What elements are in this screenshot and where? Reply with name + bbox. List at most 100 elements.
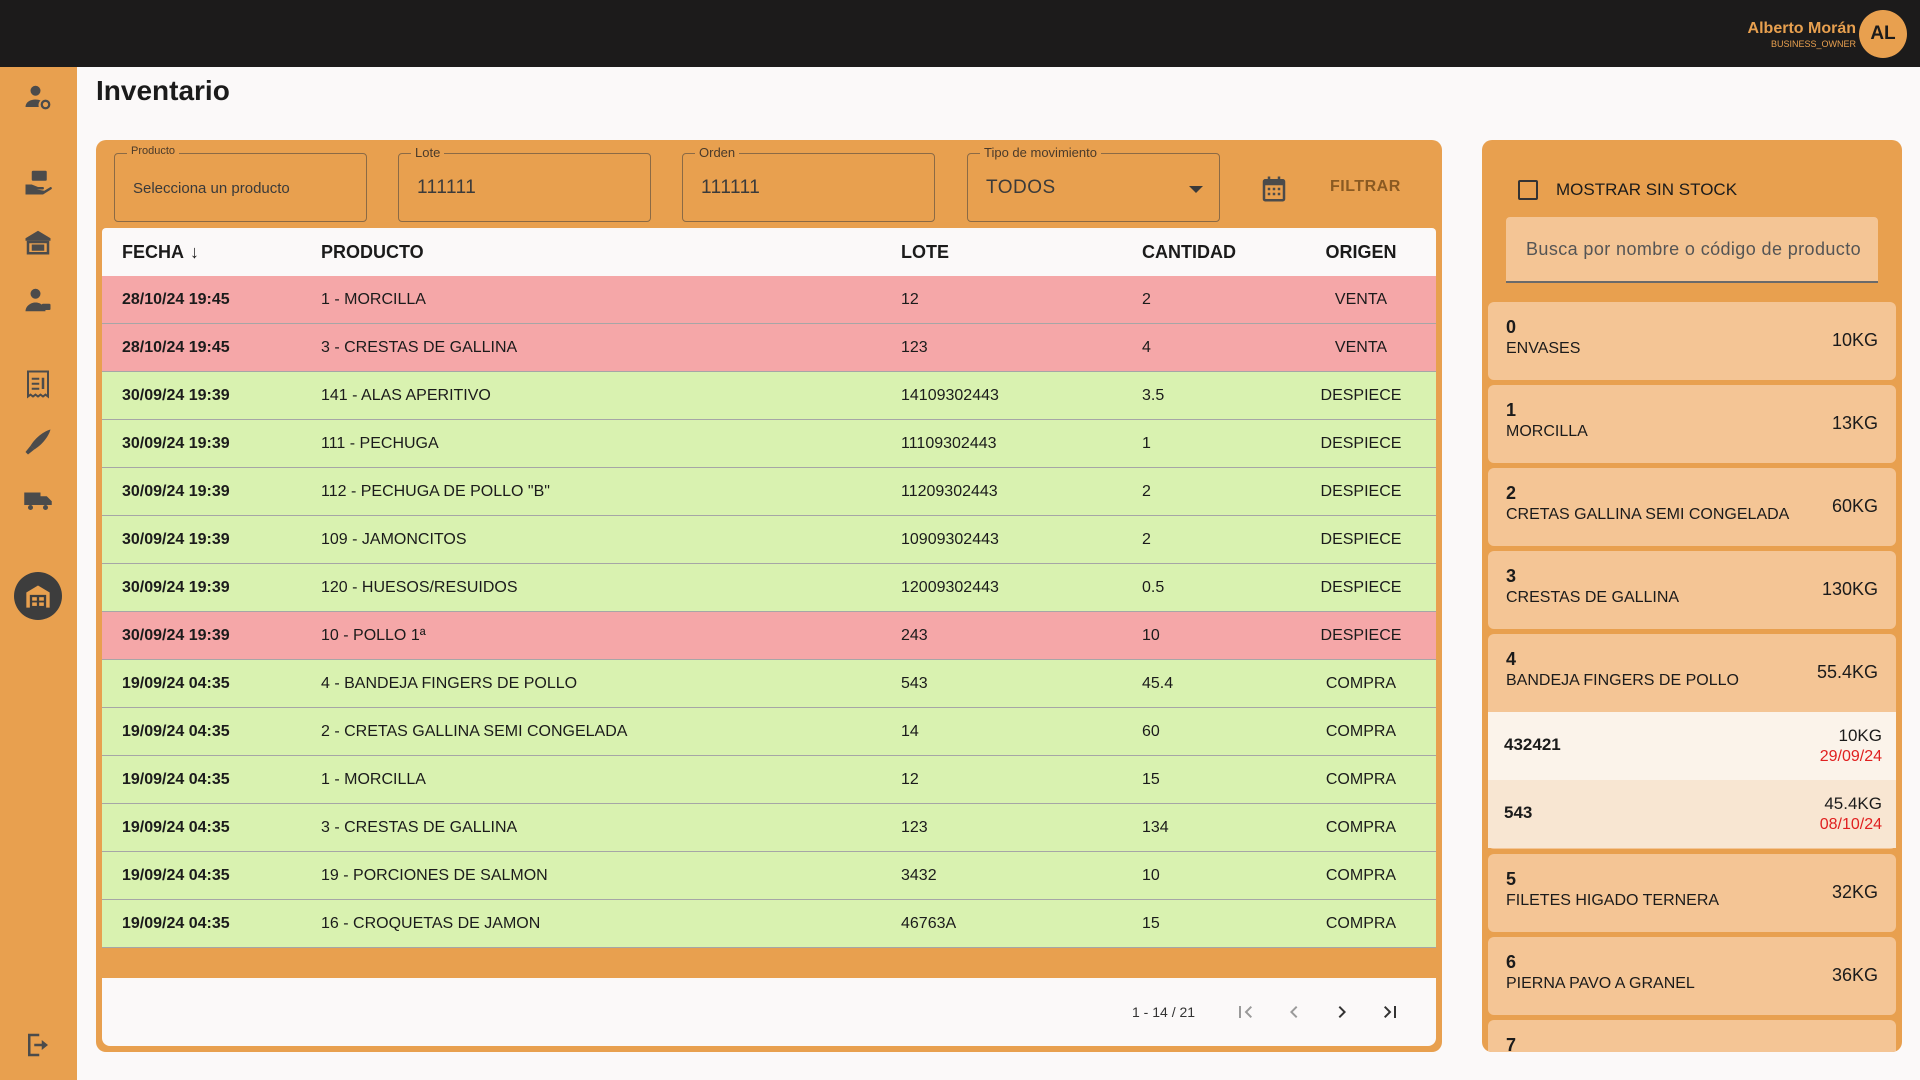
product-placeholder: Selecciona un producto (133, 180, 290, 197)
table-row[interactable]: 19/09/24 04:35 19 - PORCIONES DE SALMON 34… (102, 852, 1436, 900)
stock-item[interactable]: 7 (1488, 1020, 1896, 1052)
show-no-stock-toggle[interactable]: MOSTRAR SIN STOCK (1518, 180, 1737, 200)
store-icon[interactable] (18, 222, 58, 262)
lot-qty: 10KG (1838, 726, 1882, 745)
stock-item[interactable]: 2 CRETAS GALLINA SEMI CONGELADA 60KG (1488, 468, 1896, 546)
column-origen[interactable]: ORIGEN (1286, 242, 1436, 263)
table-header: FECHA ↓ PRODUCTO LOTE CANTIDAD ORIGEN (102, 228, 1436, 276)
cell-cantidad: 3.5 (1142, 386, 1165, 404)
lot-code: 432421 (1504, 735, 1561, 754)
lote-input[interactable]: Lote 111111 (398, 145, 651, 222)
stock-item-name: CRETAS GALLINA SEMI CONGELADA (1506, 506, 1790, 523)
stock-item[interactable]: 1 MORCILLA 13KG (1488, 385, 1896, 463)
cell-origen: COMPRA (1325, 818, 1397, 836)
logout-icon[interactable] (18, 1025, 58, 1065)
table-row[interactable]: 30/09/24 19:39 10 - POLLO 1ª 243 10 DESPIECE (102, 612, 1436, 660)
cell-lote: 10909302443 (901, 530, 999, 548)
knife-icon[interactable] (18, 422, 58, 462)
stock-lot-row[interactable]: 432421 10KG 29/09/24 (1488, 712, 1896, 780)
cell-cantidad: 10 (1142, 626, 1160, 644)
filter-button[interactable]: FILTRAR (1330, 178, 1401, 196)
cell-lote: 11209302443 (901, 482, 998, 500)
table-row[interactable]: 30/09/24 19:39 120 - HUESOS/RESUIDOS 12009… (102, 564, 1436, 612)
movement-type-label: Tipo de movimiento (980, 145, 1101, 160)
cell-producto: 16 - CROQUETAS DE JAMON (321, 914, 541, 932)
cell-producto: 19 - PORCIONES DE SALMON (321, 866, 548, 884)
cell-fecha: 30/09/24 19:39 (122, 530, 230, 548)
table-row[interactable]: 19/09/24 04:35 16 - CROQUETAS DE JAMON 467… (102, 900, 1436, 948)
stock-item-qty: 60KG (1831, 496, 1878, 516)
cell-origen: COMPRA (1325, 914, 1397, 932)
cell-producto: 3 - CRESTAS DE GALLINA (321, 338, 518, 356)
table-row[interactable]: 30/09/24 19:39 112 - PECHUGA DE POLLO "B"… (102, 468, 1436, 516)
truck-icon[interactable] (18, 480, 58, 520)
stock-item[interactable]: 4 BANDEJA FINGERS DE POLLO 55.4KG 432421 10K… (1488, 634, 1896, 849)
stock-item[interactable]: 3 CRESTAS DE GALLINA 130KG (1488, 551, 1896, 629)
cell-origen: COMPRA (1325, 722, 1397, 740)
movement-type-select[interactable]: Tipo de movimiento TODOS (967, 145, 1220, 222)
cell-fecha: 28/10/24 19:45 (122, 290, 230, 308)
cell-producto: 1 - MORCILLA (321, 770, 426, 788)
user-info: Alberto Morán BUSINESS_OWNER (1748, 19, 1856, 49)
employee-icon[interactable] (18, 280, 58, 320)
avatar[interactable]: AL (1859, 10, 1907, 58)
cell-producto: 120 - HUESOS/RESUIDOS (321, 578, 518, 596)
sidebar (0, 67, 77, 1080)
last-page-icon[interactable] (1376, 998, 1404, 1026)
checkbox[interactable] (1518, 180, 1538, 200)
cell-fecha: 19/09/24 04:35 (122, 914, 230, 932)
user-settings-icon[interactable] (18, 77, 58, 117)
table-row[interactable]: 28/10/24 19:45 1 - MORCILLA 12 2 VENTA (102, 276, 1436, 324)
table-row[interactable]: 19/09/24 04:35 3 - CRESTAS DE GALLINA 123 1… (102, 804, 1436, 852)
cell-cantidad: 134 (1142, 818, 1169, 836)
cell-fecha: 19/09/24 04:35 (122, 818, 230, 836)
arrow-down-icon: ↓ (190, 241, 199, 262)
lot-date: 08/10/24 (1819, 816, 1882, 833)
column-producto[interactable]: PRODUCTO (321, 242, 901, 263)
stock-item-code: 4 (1506, 649, 1517, 669)
orden-label: Orden (695, 145, 740, 160)
cell-fecha: 28/10/24 19:45 (122, 338, 230, 356)
inventory-panel: Producto Selecciona un producto Lote 111… (96, 140, 1442, 1052)
stock-item-name: CRESTAS DE GALLINA (1506, 589, 1680, 606)
stock-item[interactable]: 0 ENVASES 10KG (1488, 302, 1896, 380)
orden-value: 111111 (701, 177, 761, 198)
stock-item-qty: 55.4KG (1816, 662, 1878, 682)
column-lote[interactable]: LOTE (901, 242, 1142, 263)
table-row[interactable]: 30/09/24 19:39 141 - ALAS APERITIVO 141093… (102, 372, 1436, 420)
prev-page-icon[interactable] (1280, 998, 1308, 1026)
stock-list: 0 ENVASES 10KG 1 MORCILLA 13KG 2 CRETAS GALLINA… (1488, 302, 1896, 1052)
stock-item[interactable]: 6 PIERNA PAVO A GRANEL 36KG (1488, 937, 1896, 1015)
table-row[interactable]: 30/09/24 19:39 111 - PECHUGA 11109302443 1 D… (102, 420, 1436, 468)
table-row[interactable]: 19/09/24 04:35 1 - MORCILLA 12 15 COMPRA (102, 756, 1436, 804)
column-cantidad[interactable]: CANTIDAD (1142, 242, 1286, 263)
table-row[interactable]: 28/10/24 19:45 3 - CRESTAS DE GALLINA 123 4… (102, 324, 1436, 372)
cell-lote: 14109302443 (901, 386, 999, 404)
calendar-icon[interactable] (1259, 174, 1289, 204)
cell-origen: DESPIECE (1320, 434, 1402, 452)
cell-cantidad: 1 (1142, 434, 1151, 452)
stock-search-input[interactable]: Busca por nombre o código de producto (1506, 217, 1878, 283)
orden-input[interactable]: Orden 111111 (682, 145, 935, 222)
table-row[interactable]: 19/09/24 04:35 2 - CRETAS GALLINA SEMI CO… (102, 708, 1436, 756)
stock-item-name: PIERNA PAVO A GRANEL (1506, 975, 1695, 992)
column-fecha[interactable]: FECHA ↓ (102, 242, 321, 263)
stock-item-code: 7 (1506, 1035, 1517, 1052)
stock-item[interactable]: 5 FILETES HIGADO TERNERA 32KG (1488, 854, 1896, 932)
table-body: 28/10/24 19:45 1 - MORCILLA 12 2 VENTA 28/10/… (102, 276, 1436, 948)
cell-origen: DESPIECE (1320, 482, 1402, 500)
cell-lote: 12 (901, 770, 919, 788)
cell-origen: DESPIECE (1320, 386, 1402, 404)
next-page-icon[interactable] (1328, 998, 1356, 1026)
warehouse-icon[interactable] (14, 572, 62, 620)
table-row[interactable]: 19/09/24 04:35 4 - BANDEJA FINGERS DE POL… (102, 660, 1436, 708)
table-row[interactable]: 30/09/24 19:39 109 - JAMONCITOS 1090930244… (102, 516, 1436, 564)
cell-cantidad: 2 (1142, 290, 1151, 308)
stock-item-name: FILETES HIGADO TERNERA (1506, 892, 1720, 909)
movements-table: FECHA ↓ PRODUCTO LOTE CANTIDAD ORIGEN 28/… (102, 228, 1436, 948)
product-select[interactable]: Producto Selecciona un producto (114, 145, 367, 222)
receipt-icon[interactable] (18, 364, 58, 404)
stock-lot-row[interactable]: 543 45.4KG 08/10/24 (1488, 780, 1896, 848)
first-page-icon[interactable] (1232, 998, 1260, 1026)
hand-cash-icon[interactable] (18, 162, 58, 202)
